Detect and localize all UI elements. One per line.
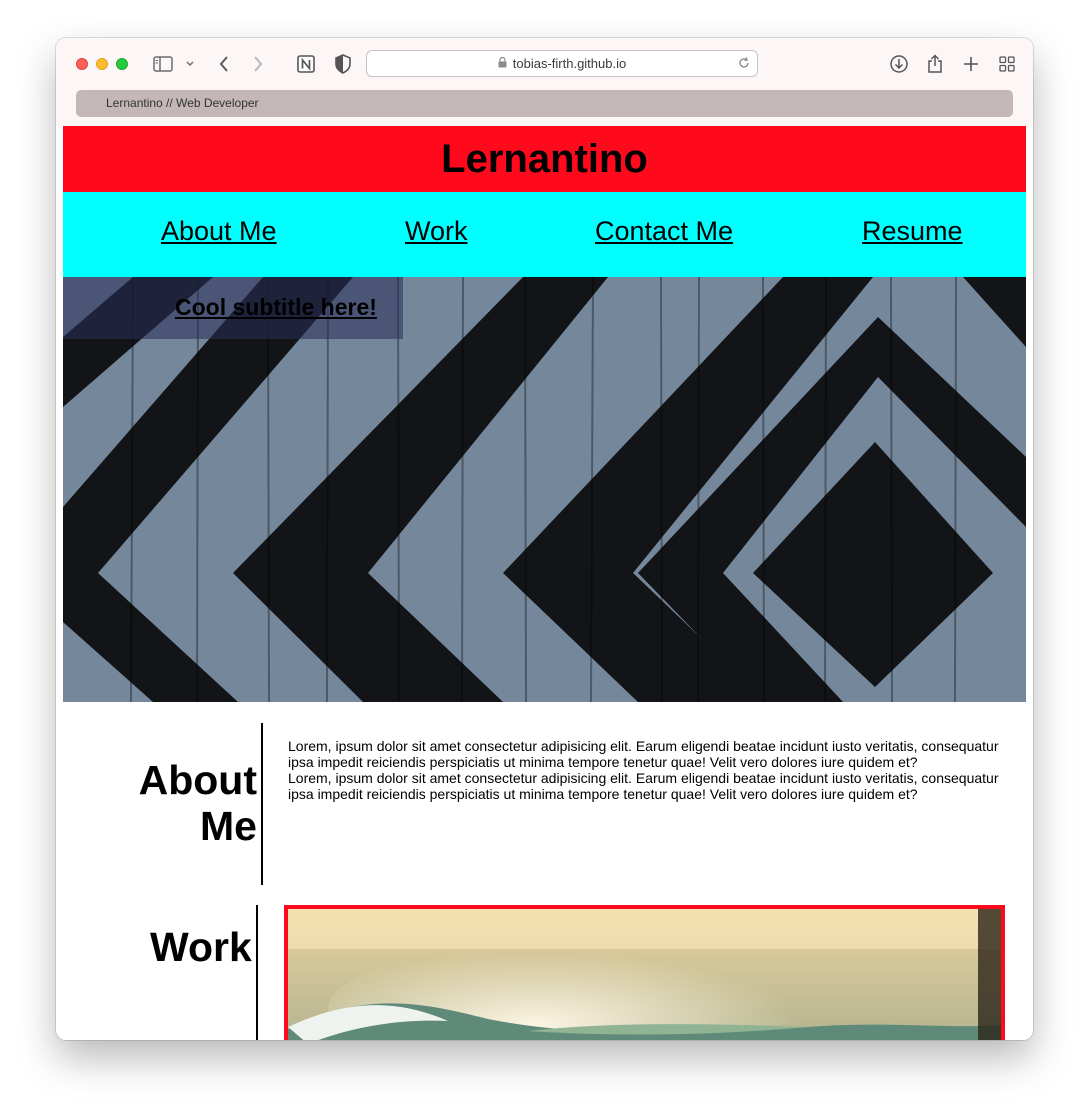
chevron-down-icon[interactable] bbox=[178, 52, 202, 76]
nav-link-resume[interactable]: Resume bbox=[862, 216, 963, 247]
about-divider bbox=[261, 723, 263, 885]
nav-link-contact-me[interactable]: Contact Me bbox=[595, 216, 733, 247]
new-tab-icon[interactable] bbox=[959, 52, 983, 76]
hero-banner: Cool subtitle here! bbox=[63, 277, 1026, 702]
address-bar[interactable]: tobias-firth.github.io bbox=[366, 50, 758, 77]
about-heading-line2: Me bbox=[200, 803, 257, 849]
reload-icon[interactable] bbox=[737, 56, 751, 73]
work-section: Work bbox=[63, 886, 1026, 1040]
web-page: Lernantino About Me Work Contact Me Resu… bbox=[63, 126, 1026, 1040]
hero-image bbox=[63, 277, 1026, 702]
nav-link-work[interactable]: Work bbox=[405, 216, 468, 247]
tab-overview-icon[interactable] bbox=[995, 52, 1019, 76]
share-icon[interactable] bbox=[923, 52, 947, 76]
ocean-wave-image bbox=[288, 909, 1001, 1040]
about-me-heading: About Me bbox=[139, 757, 257, 849]
work-heading: Work bbox=[150, 924, 252, 970]
zoom-window-button[interactable] bbox=[116, 58, 128, 70]
browser-window: tobias-firth.github.io Lernantino // Web… bbox=[56, 38, 1033, 1040]
work-project-image[interactable] bbox=[284, 905, 1005, 1040]
minimize-window-button[interactable] bbox=[96, 58, 108, 70]
download-icon[interactable] bbox=[887, 52, 911, 76]
about-me-section: About Me Lorem, ipsum dolor sit amet con… bbox=[63, 702, 1026, 886]
hero-subtitle-box: Cool subtitle here! bbox=[63, 277, 403, 339]
lock-icon bbox=[498, 56, 507, 71]
tab-title: Lernantino // Web Developer bbox=[106, 96, 259, 110]
about-paragraph: Lorem, ipsum dolor sit amet consectetur … bbox=[288, 738, 999, 770]
shield-icon[interactable] bbox=[331, 52, 355, 76]
sidebar-icon[interactable] bbox=[151, 52, 175, 76]
site-title: Lernantino bbox=[441, 136, 648, 181]
about-text: Lorem, ipsum dolor sit amet consectetur … bbox=[288, 738, 1008, 802]
back-icon[interactable] bbox=[212, 52, 236, 76]
work-divider bbox=[256, 905, 258, 1040]
url-text: tobias-firth.github.io bbox=[512, 56, 627, 71]
about-heading-line1: About bbox=[138, 757, 257, 803]
nav-link-about-me[interactable]: About Me bbox=[161, 216, 277, 247]
close-window-button[interactable] bbox=[76, 58, 88, 70]
tab-active[interactable]: Lernantino // Web Developer bbox=[76, 90, 1013, 117]
site-header: Lernantino bbox=[63, 126, 1026, 192]
notion-icon[interactable] bbox=[294, 52, 318, 76]
hero-subtitle-link[interactable]: Cool subtitle here! bbox=[175, 294, 377, 321]
forward-icon[interactable] bbox=[246, 52, 270, 76]
about-paragraph: Lorem, ipsum dolor sit amet consectetur … bbox=[288, 770, 999, 802]
site-nav: About Me Work Contact Me Resume bbox=[63, 192, 1026, 277]
browser-toolbar: tobias-firth.github.io Lernantino // Web… bbox=[56, 38, 1033, 126]
